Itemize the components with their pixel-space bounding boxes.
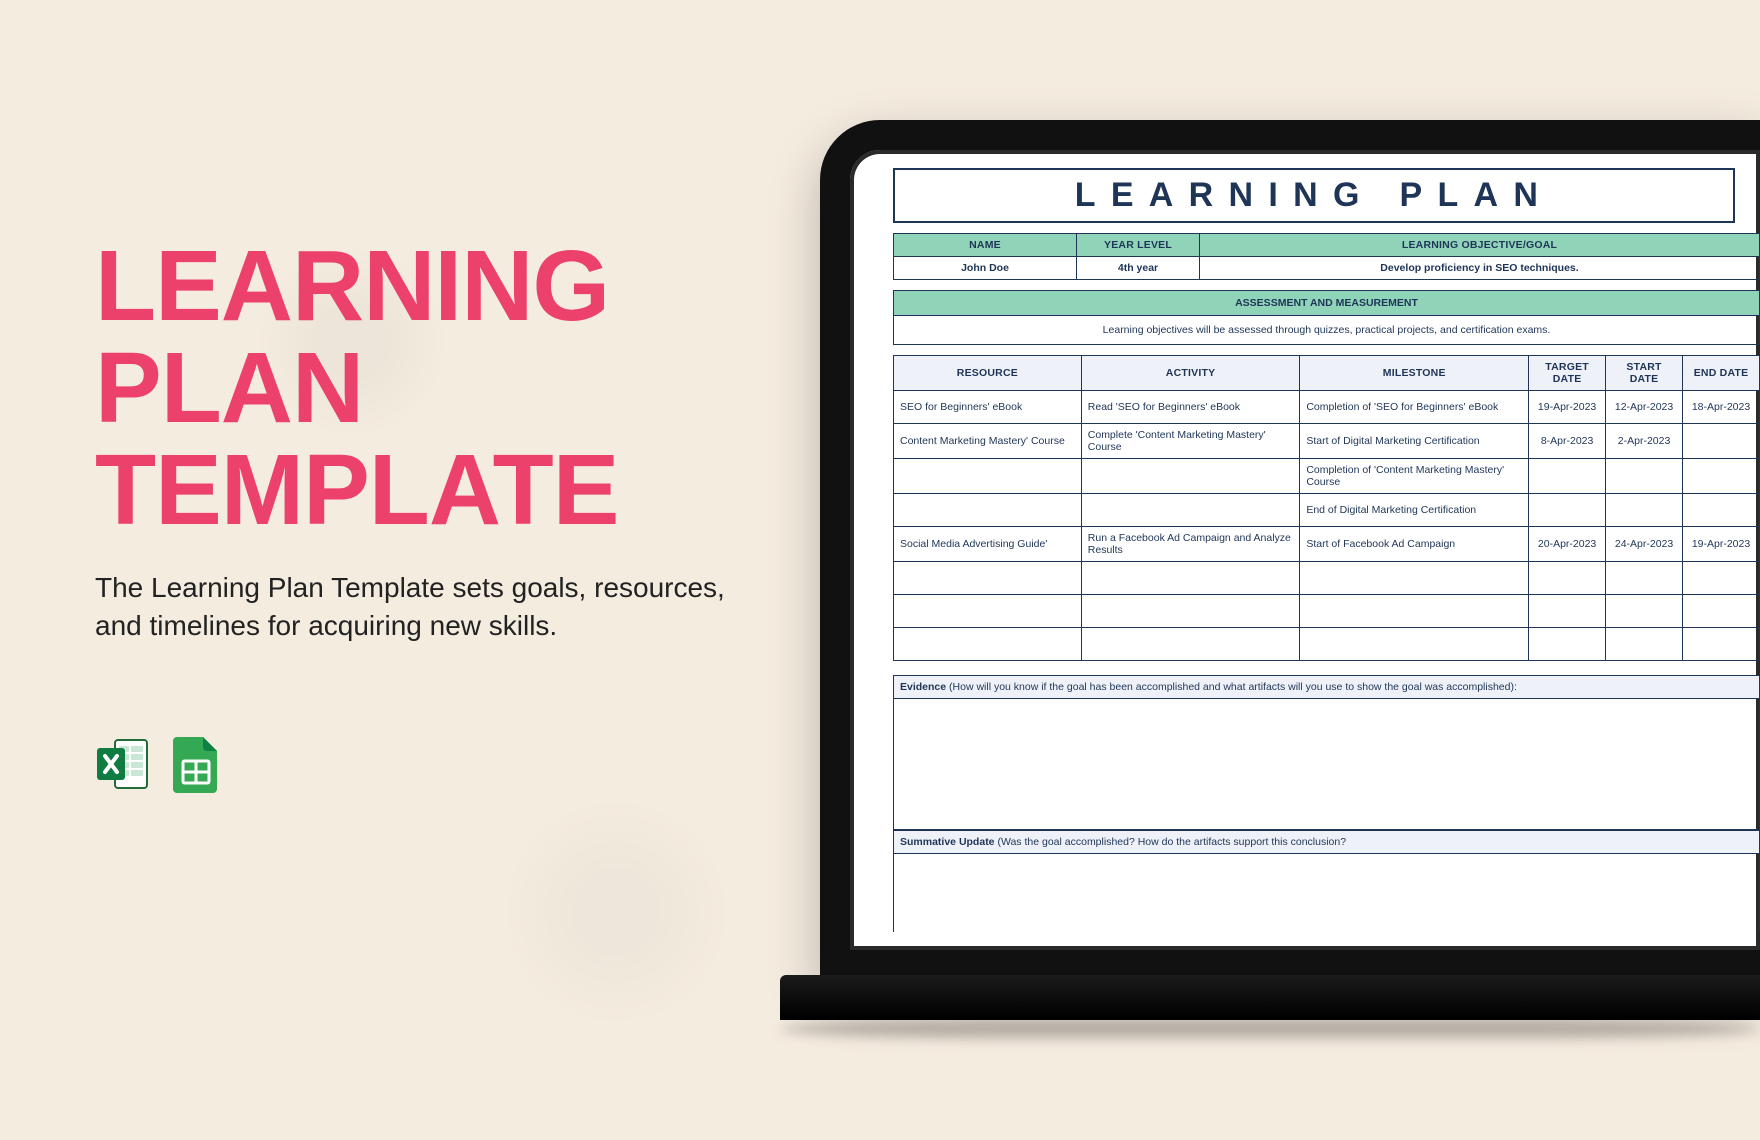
table-row (894, 595, 1760, 628)
template-document: LEARNING PLAN NAME YEAR LEVEL LEARNING O… (868, 168, 1760, 932)
laptop-mockup: LEARNING PLAN NAME YEAR LEVEL LEARNING O… (780, 120, 1760, 1080)
promo-title: LEARNING PLAN TEMPLATE (95, 235, 735, 541)
promo-left: LEARNING PLAN TEMPLATE The Learning Plan… (95, 235, 735, 793)
summative-label: Summative Update (Was the goal accomplis… (894, 831, 1760, 854)
table-row: End of Digital Marketing Certification (894, 494, 1760, 527)
plan-grid: RESOURCE ACTIVITY MILESTONE TARGET DATE … (893, 355, 1760, 661)
google-sheets-icon (173, 735, 221, 793)
h-resource: RESOURCE (894, 356, 1082, 391)
h-start: START DATE (1606, 356, 1683, 391)
title-line2: PLAN (95, 332, 363, 444)
val-year: 4th year (1077, 257, 1200, 280)
col-name: NAME (894, 234, 1077, 257)
promo-description: The Learning Plan Template sets goals, r… (95, 569, 735, 645)
table-row (894, 562, 1760, 595)
title-line1: LEARNING (95, 230, 609, 342)
h-end: END DATE (1683, 356, 1760, 391)
h-activity: ACTIVITY (1081, 356, 1300, 391)
val-name: John Doe (894, 257, 1077, 280)
evidence-body (894, 699, 1760, 830)
summative-body (894, 854, 1760, 933)
evidence-label: Evidence (How will you know if the goal … (894, 676, 1760, 699)
table-row: Social Media Advertising Guide' Run a Fa… (894, 527, 1760, 562)
table-row: Completion of 'Content Marketing Mastery… (894, 459, 1760, 494)
title-line3: TEMPLATE (95, 434, 618, 546)
table-row: Content Marketing Mastery' Course Comple… (894, 424, 1760, 459)
table-row (894, 628, 1760, 661)
col-objective: LEARNING OBJECTIVE/GOAL (1200, 234, 1760, 257)
doc-title: LEARNING PLAN (893, 168, 1735, 223)
assessment-heading: ASSESSMENT AND MEASUREMENT (894, 291, 1760, 316)
table-row: SEO for Beginners' eBook Read 'SEO for B… (894, 391, 1760, 424)
col-year: YEAR LEVEL (1077, 234, 1200, 257)
assessment-body: Learning objectives will be assessed thr… (894, 316, 1760, 345)
laptop-base (780, 975, 1760, 1020)
info-table: NAME YEAR LEVEL LEARNING OBJECTIVE/GOAL … (893, 233, 1760, 280)
h-target: TARGET DATE (1529, 356, 1606, 391)
format-icons (95, 735, 735, 793)
assessment-table: ASSESSMENT AND MEASUREMENT Learning obje… (893, 290, 1760, 345)
excel-icon (95, 736, 151, 792)
h-milestone: MILESTONE (1300, 356, 1529, 391)
evidence-table: Evidence (How will you know if the goal … (893, 675, 1760, 830)
val-objective: Develop proficiency in SEO techniques. (1200, 257, 1760, 280)
summative-table: Summative Update (Was the goal accomplis… (893, 830, 1760, 932)
laptop-screen: LEARNING PLAN NAME YEAR LEVEL LEARNING O… (820, 120, 1760, 980)
